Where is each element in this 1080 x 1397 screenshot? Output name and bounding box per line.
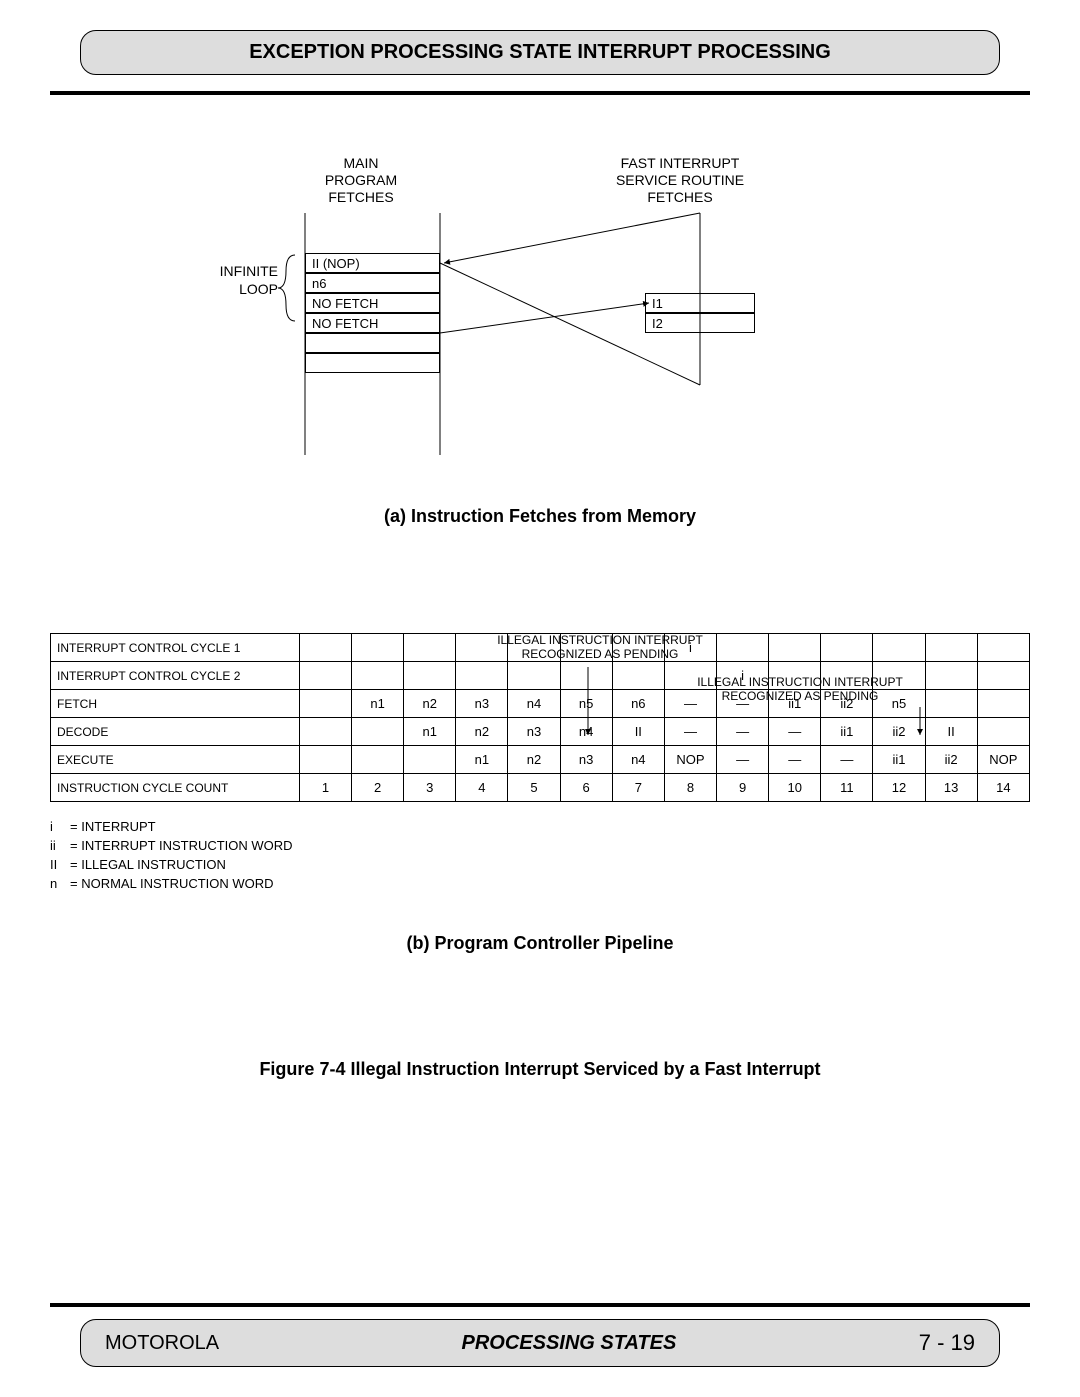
legend-ii: ii= INTERRUPT INSTRUCTION WORD — [50, 837, 1030, 856]
table-row: EXECUTEn1n2n3n4NOP———ii1ii2NOP — [51, 746, 1030, 774]
cell: n2 — [508, 746, 560, 774]
footer: MOTOROLA PROCESSING STATES 7 - 19 — [50, 1303, 1030, 1367]
cell: — — [769, 746, 821, 774]
row-label: INSTRUCTION CYCLE COUNT — [51, 774, 300, 802]
cell: ii2 — [925, 746, 977, 774]
cell: n4 — [612, 746, 664, 774]
cell: 8 — [664, 774, 716, 802]
legend-i: i= INTERRUPT — [50, 818, 1030, 837]
cell: — — [821, 746, 873, 774]
pipeline-block: ILLEGAL INSTRUCTION INTERRUPT RECOGNIZED… — [50, 633, 1030, 1080]
cell: NOP — [664, 746, 716, 774]
footer-center: PROCESSING STATES — [461, 1332, 676, 1355]
cell: n1 — [456, 746, 508, 774]
cell: 4 — [456, 774, 508, 802]
figure-caption: Figure 7-4 Illegal Instruction Interrupt… — [50, 1059, 1030, 1080]
cell: 5 — [508, 774, 560, 802]
footer-left: MOTOROLA — [105, 1332, 219, 1355]
cell: NOP — [977, 746, 1029, 774]
footer-plaque: MOTOROLA PROCESSING STATES 7 - 19 — [80, 1319, 1000, 1367]
row-label: EXECUTE — [51, 746, 300, 774]
cell: 13 — [925, 774, 977, 802]
cell: n3 — [560, 746, 612, 774]
legend-II: II= ILLEGAL INSTRUCTION — [50, 856, 1030, 875]
page-title: EXCEPTION PROCESSING STATE INTERRUPT PRO… — [249, 41, 831, 63]
pipeline-arrows-svg — [50, 633, 1030, 739]
header-rule — [50, 91, 1030, 95]
header-plaque: EXCEPTION PROCESSING STATE INTERRUPT PRO… — [80, 30, 1000, 75]
cell: 7 — [612, 774, 664, 802]
diagram-a-svg — [50, 155, 1030, 500]
footer-rule — [50, 1303, 1030, 1307]
cell — [352, 746, 404, 774]
cell: 1 — [299, 774, 351, 802]
cell — [299, 746, 351, 774]
cell — [404, 746, 456, 774]
caption-b: (b) Program Controller Pipeline — [50, 933, 1030, 954]
cell: 12 — [873, 774, 925, 802]
cell: 10 — [769, 774, 821, 802]
cell: 11 — [821, 774, 873, 802]
cell: 9 — [717, 774, 769, 802]
cell: — — [717, 746, 769, 774]
cell: 3 — [404, 774, 456, 802]
caption-a: (a) Instruction Fetches from Memory — [50, 506, 1030, 527]
cell: 6 — [560, 774, 612, 802]
page: EXCEPTION PROCESSING STATE INTERRUPT PRO… — [0, 0, 1080, 1397]
table-row: INSTRUCTION CYCLE COUNT12345678910111213… — [51, 774, 1030, 802]
footer-right: 7 - 19 — [919, 1330, 975, 1356]
cell: 14 — [977, 774, 1029, 802]
cell: 2 — [352, 774, 404, 802]
legend-n: n= NORMAL INSTRUCTION WORD — [50, 875, 1030, 894]
cell: ii1 — [873, 746, 925, 774]
figure-a: MAIN PROGRAM FETCHES FAST INTERRUPT SERV… — [50, 155, 1030, 500]
legend: i= INTERRUPT ii= INTERRUPT INSTRUCTION W… — [50, 818, 1030, 893]
